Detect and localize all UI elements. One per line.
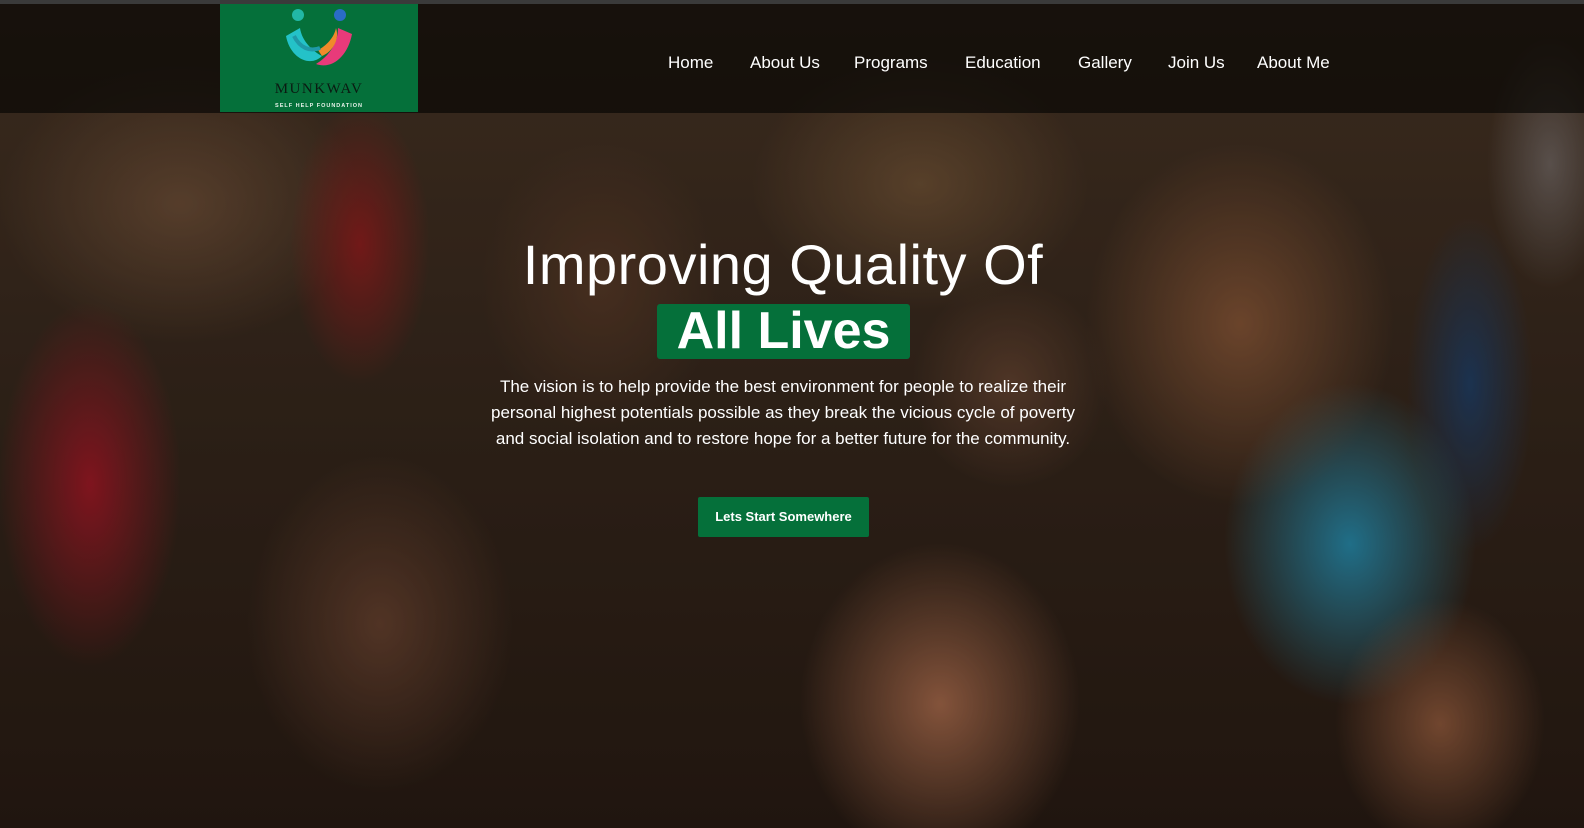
nav-item-programs[interactable]: Programs (854, 51, 928, 75)
hero-description: The vision is to help provide the best e… (491, 377, 1075, 448)
nav-item-home[interactable]: Home (668, 51, 713, 75)
nav-item-gallery[interactable]: Gallery (1078, 51, 1132, 75)
cta-button[interactable]: Lets Start Somewhere (698, 497, 869, 537)
hero-title-highlight: All Lives (676, 302, 891, 360)
nav-item-join-us[interactable]: Join Us (1168, 51, 1225, 75)
site-header: MUNKWAV SELF HELP FOUNDATION Home About … (0, 4, 1584, 113)
nav-item-about-us[interactable]: About Us (750, 51, 820, 75)
hero-title: Improving Quality Of (522, 233, 1044, 296)
logo-name-text: MUNKWAV (274, 81, 364, 97)
nav-item-about-me[interactable]: About Me (1257, 51, 1330, 75)
logo-tagline: SELF HELP FOUNDATION (275, 103, 363, 109)
nav-item-education[interactable]: Education (965, 51, 1041, 75)
main-nav: Home About Us Programs Education Gallery… (0, 51, 1584, 75)
